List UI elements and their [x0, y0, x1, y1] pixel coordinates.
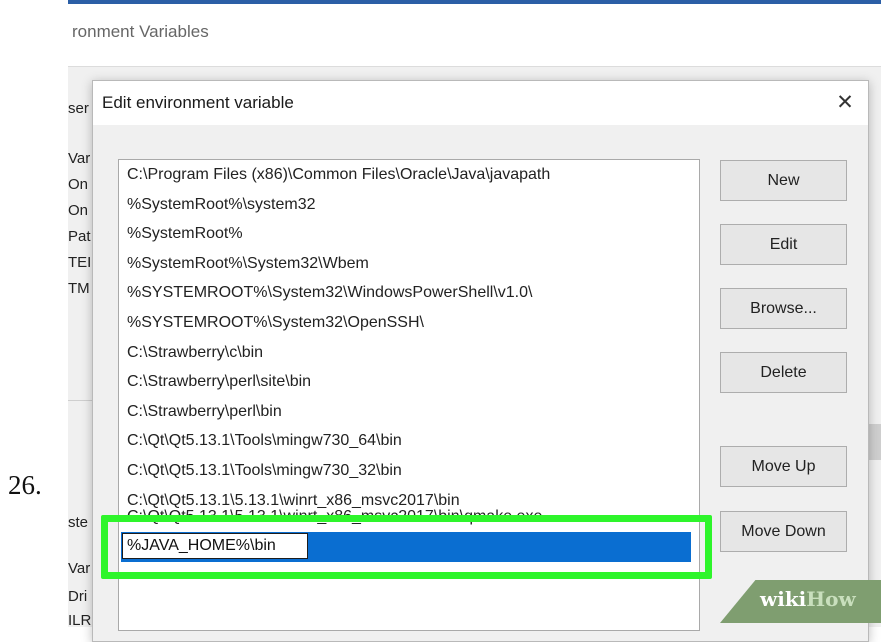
- user-variable-row[interactable]: TM: [68, 280, 92, 297]
- user-variable-row[interactable]: TEI: [68, 254, 92, 271]
- watermark-part2: How: [806, 587, 856, 611]
- close-icon[interactable]: ✕: [828, 87, 862, 119]
- list-item[interactable]: %SystemRoot%\System32\Wbem: [119, 249, 699, 279]
- list-item[interactable]: %SYSTEMROOT%\System32\OpenSSH\: [119, 308, 699, 338]
- browse-button[interactable]: Browse...: [720, 288, 847, 329]
- user-variables-header: Var: [68, 150, 91, 167]
- list-item[interactable]: C:\Strawberry\perl\site\bin: [119, 367, 699, 397]
- move-up-button[interactable]: Move Up: [720, 446, 847, 487]
- user-variable-row[interactable]: On: [68, 202, 92, 219]
- list-item[interactable]: C:\Qt\Qt5.13.1\Tools\mingw730_64\bin: [119, 426, 699, 456]
- environment-variables-title: ronment Variables: [72, 22, 209, 41]
- background-scrollbar[interactable]: [869, 424, 881, 460]
- move-down-button[interactable]: Move Down: [720, 511, 847, 552]
- highlight-box: [101, 515, 712, 579]
- list-item[interactable]: %SystemRoot%\system32: [119, 190, 699, 220]
- watermark-text: wikiHow: [760, 587, 856, 611]
- system-variable-row[interactable]: Dri: [68, 588, 92, 605]
- system-variable-row[interactable]: ILR: [68, 612, 92, 627]
- step-number: 26.: [8, 470, 42, 500]
- delete-button[interactable]: Delete: [720, 352, 847, 393]
- list-item[interactable]: %SYSTEMROOT%\System32\WindowsPowerShell\…: [119, 278, 699, 308]
- new-button[interactable]: New: [720, 160, 847, 201]
- list-item[interactable]: C:\Strawberry\perl\bin: [119, 397, 699, 427]
- system-variables-label: ste: [68, 514, 89, 531]
- section-divider: [68, 400, 92, 401]
- user-variable-row[interactable]: Pat: [68, 228, 92, 245]
- environment-variables-titlebar: ronment Variables: [68, 4, 881, 67]
- edit-button[interactable]: Edit: [720, 224, 847, 265]
- dialog-titlebar: Edit environment variable ✕: [93, 81, 868, 125]
- system-variables-header: Var: [68, 560, 91, 577]
- user-variable-row[interactable]: On: [68, 176, 92, 193]
- list-item[interactable]: %SystemRoot%: [119, 219, 699, 249]
- list-item[interactable]: C:\Qt\Qt5.13.1\Tools\mingw730_32\bin: [119, 456, 699, 486]
- list-item[interactable]: C:\Strawberry\c\bin: [119, 338, 699, 368]
- watermark-part1: wiki: [760, 587, 807, 611]
- dialog-title: Edit environment variable: [102, 93, 294, 112]
- list-item[interactable]: C:\Program Files (x86)\Common Files\Orac…: [119, 160, 699, 190]
- user-variables-label: ser: [68, 100, 89, 117]
